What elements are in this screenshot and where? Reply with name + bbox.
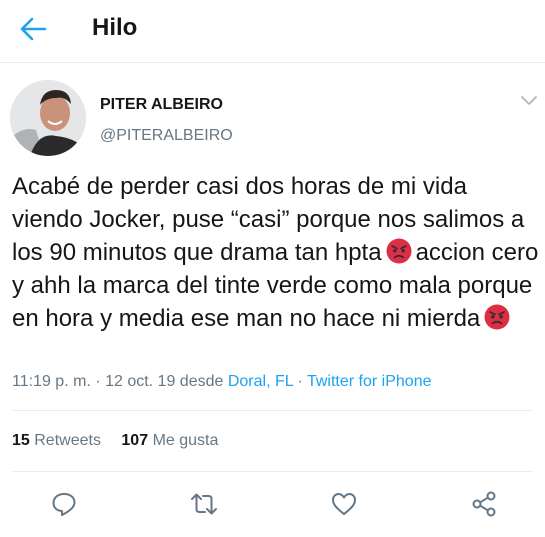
- tweet-metadata: 11:19 p. m. · 12 oct. 19 desde Doral, FL…: [12, 373, 431, 391]
- tweet-timestamp: 11:19 p. m. · 12 oct. 19 desde: [12, 373, 224, 390]
- tweet-source-link[interactable]: Twitter for iPhone: [307, 373, 432, 390]
- likes-count: 107: [121, 432, 149, 449]
- share-icon[interactable]: [470, 490, 498, 518]
- tweet-location-link[interactable]: Doral, FL: [228, 373, 293, 390]
- retweet-icon[interactable]: [190, 490, 218, 518]
- page-title: Hilo: [92, 14, 138, 41]
- retweets-label: Retweets: [34, 432, 101, 449]
- retweets-stat[interactable]: 15 Retweets: [12, 432, 101, 449]
- divider: [12, 410, 533, 411]
- likes-stat[interactable]: 107 Me gusta: [121, 432, 218, 449]
- angry-face-emoji: [386, 238, 412, 264]
- likes-label: Me gusta: [152, 432, 219, 449]
- author-handle[interactable]: @PITERALBEIRO: [100, 127, 233, 145]
- like-icon[interactable]: [330, 490, 358, 518]
- tweet-text: Acabé de perder casi dos horas de mi vid…: [12, 170, 540, 335]
- avatar[interactable]: [10, 80, 86, 156]
- retweets-count: 15: [12, 432, 30, 449]
- top-bar: Hilo: [0, 0, 545, 63]
- author-name[interactable]: PITER ALBEIRO: [100, 96, 223, 114]
- meta-separator: ·: [297, 373, 303, 390]
- divider: [12, 471, 533, 472]
- reply-icon[interactable]: [50, 490, 78, 518]
- arrow-left-icon[interactable]: [18, 16, 48, 42]
- angry-face-emoji: [484, 304, 510, 330]
- chevron-down-icon[interactable]: [520, 94, 538, 106]
- tweet-stats: 15 Retweets 107 Me gusta: [12, 432, 218, 450]
